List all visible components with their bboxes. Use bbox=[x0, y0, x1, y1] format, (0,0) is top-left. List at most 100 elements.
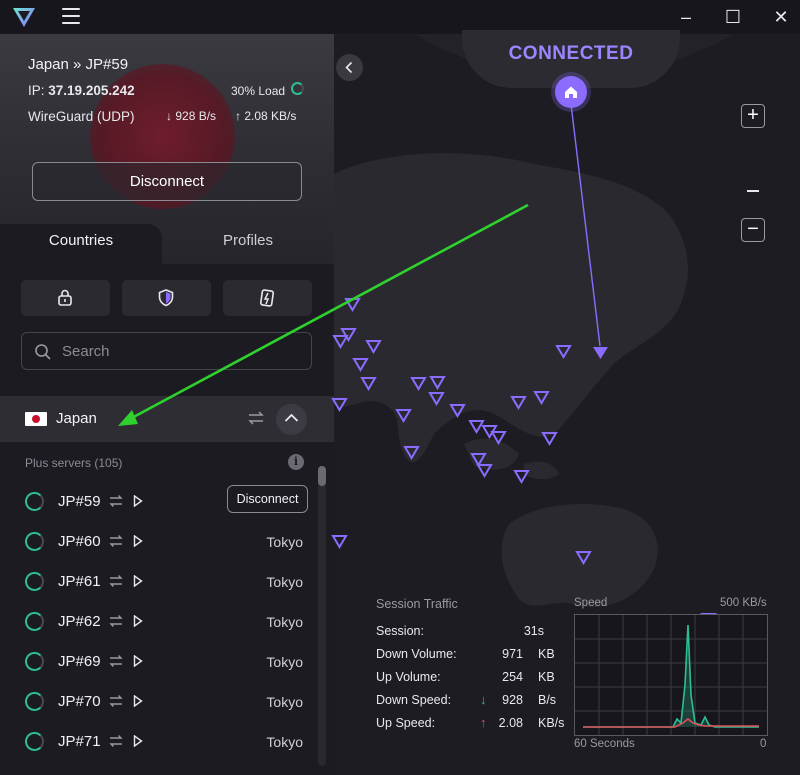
traffic-value: 31s bbox=[523, 624, 544, 638]
server-list-scrollbar[interactable] bbox=[318, 466, 326, 766]
country-name: Japan bbox=[56, 410, 97, 427]
search-icon bbox=[35, 344, 51, 360]
server-name: JP#60 bbox=[58, 533, 101, 550]
server-row[interactable]: JP#71 Tokyo bbox=[0, 722, 316, 762]
search-input[interactable] bbox=[62, 341, 302, 361]
traffic-label: Down Volume: bbox=[376, 647, 457, 661]
reconnect-icon[interactable] bbox=[108, 534, 124, 548]
reconnect-icon[interactable] bbox=[247, 410, 265, 426]
server-row[interactable]: JP#69 Tokyo bbox=[0, 642, 316, 682]
server-city: Tokyo bbox=[266, 614, 303, 630]
server-city: Tokyo bbox=[266, 654, 303, 670]
speed-graph-x-end: 0 bbox=[760, 738, 767, 750]
chevron-up-icon bbox=[284, 413, 299, 422]
download-speed: ↓ 928 B/s bbox=[166, 109, 217, 123]
protocol-label: WireGuard (UDP) bbox=[28, 109, 135, 124]
speed-graph-x-start: 60 Seconds bbox=[574, 738, 635, 750]
traffic-label: Down Speed: bbox=[376, 693, 452, 707]
japan-flag-icon bbox=[25, 412, 47, 426]
server-row[interactable]: JP#70 Tokyo bbox=[0, 682, 316, 722]
zoom-in-button[interactable]: + bbox=[741, 104, 765, 128]
play-icon[interactable] bbox=[133, 535, 143, 547]
server-city: Tokyo bbox=[266, 694, 303, 710]
traffic-unit: KB/s bbox=[538, 716, 565, 730]
title-bar: – ☐ ✕ bbox=[0, 0, 800, 34]
server-row[interactable]: JP#59 Disconnect bbox=[0, 482, 316, 522]
up-arrow-icon: ↑ bbox=[480, 715, 487, 730]
p2p-icon bbox=[259, 289, 275, 307]
info-icon[interactable]: i bbox=[288, 454, 304, 470]
home-location-button[interactable] bbox=[555, 76, 587, 108]
p2p-filter-button[interactable] bbox=[223, 280, 312, 316]
play-icon[interactable] bbox=[133, 495, 143, 507]
minimize-button[interactable]: – bbox=[675, 6, 697, 28]
server-name: JP#62 bbox=[58, 613, 101, 630]
zoom-separator-icon bbox=[747, 190, 759, 192]
server-load-ring-icon bbox=[25, 612, 44, 631]
traffic-value: 971 bbox=[502, 647, 523, 661]
server-name: JP#71 bbox=[58, 733, 101, 750]
connection-ip: IP: 37.19.205.242 bbox=[28, 83, 135, 98]
play-icon[interactable] bbox=[133, 735, 143, 747]
session-traffic-title: Session Traffic bbox=[376, 597, 458, 611]
server-load-ring-icon bbox=[25, 532, 44, 551]
speed-graph-max: 500 KB/s bbox=[720, 597, 767, 609]
server-load-ring-icon bbox=[25, 492, 44, 511]
server-load-ring-icon bbox=[25, 692, 44, 711]
server-load-ring-icon bbox=[25, 652, 44, 671]
traffic-unit: B/s bbox=[538, 693, 557, 707]
scrollbar-thumb[interactable] bbox=[318, 466, 326, 486]
server-disconnect-button[interactable]: Disconnect bbox=[227, 485, 308, 513]
zoom-out-button[interactable]: − bbox=[741, 218, 765, 242]
reconnect-icon[interactable] bbox=[108, 654, 124, 668]
play-icon[interactable] bbox=[133, 695, 143, 707]
reconnect-icon[interactable] bbox=[108, 494, 124, 508]
proton-vpn-logo-icon[interactable] bbox=[12, 6, 36, 28]
collapse-country-button[interactable] bbox=[276, 404, 307, 435]
search-box[interactable] bbox=[21, 332, 312, 370]
country-row-japan[interactable]: Japan bbox=[0, 396, 334, 442]
traffic-value: 2.08 bbox=[498, 716, 523, 730]
traffic-unit: KB bbox=[538, 670, 555, 684]
collapse-sidebar-button[interactable] bbox=[336, 54, 363, 81]
tab-bar: Countries Profiles bbox=[0, 224, 334, 264]
server-name: JP#70 bbox=[58, 693, 101, 710]
traffic-label: Up Volume: bbox=[376, 670, 441, 684]
plus-servers-label: Plus servers (105) bbox=[25, 456, 123, 470]
upload-speed: ↑ 2.08 KB/s bbox=[235, 109, 297, 123]
server-name: JP#61 bbox=[58, 573, 101, 590]
reconnect-icon[interactable] bbox=[108, 694, 124, 708]
connection-status: CONNECTED bbox=[508, 43, 634, 64]
connection-title: Japan » JP#59 bbox=[28, 56, 129, 73]
netshield-filter-button[interactable] bbox=[122, 280, 211, 316]
server-city: Tokyo bbox=[266, 534, 303, 550]
traffic-value: 254 bbox=[502, 670, 523, 684]
speed-graph bbox=[574, 614, 768, 736]
tab-countries[interactable]: Countries bbox=[0, 224, 162, 264]
shield-icon bbox=[158, 289, 174, 307]
tab-profiles[interactable]: Profiles bbox=[162, 224, 334, 264]
server-name: JP#69 bbox=[58, 653, 101, 670]
maximize-button[interactable]: ☐ bbox=[722, 6, 744, 28]
play-icon[interactable] bbox=[133, 615, 143, 627]
reconnect-icon[interactable] bbox=[108, 574, 124, 588]
lock-icon bbox=[58, 289, 72, 306]
speed-graph-canvas bbox=[575, 615, 767, 735]
load-ring-icon bbox=[291, 82, 304, 95]
server-row[interactable]: JP#62 Tokyo bbox=[0, 602, 316, 642]
server-row[interactable]: JP#60 Tokyo bbox=[0, 522, 316, 562]
server-load-ring-icon bbox=[25, 732, 44, 751]
reconnect-icon[interactable] bbox=[108, 614, 124, 628]
server-row[interactable]: JP#61 Tokyo bbox=[0, 562, 316, 602]
traffic-unit: KB bbox=[538, 647, 555, 661]
chevron-left-icon bbox=[345, 61, 353, 74]
secure-core-filter-button[interactable] bbox=[21, 280, 110, 316]
play-icon[interactable] bbox=[133, 575, 143, 587]
close-button[interactable]: ✕ bbox=[770, 6, 792, 28]
disconnect-button[interactable]: Disconnect bbox=[32, 162, 302, 201]
server-city: Tokyo bbox=[266, 574, 303, 590]
hamburger-menu-icon[interactable] bbox=[62, 8, 80, 24]
reconnect-icon[interactable] bbox=[108, 734, 124, 748]
server-load-ring-icon bbox=[25, 572, 44, 591]
play-icon[interactable] bbox=[133, 655, 143, 667]
